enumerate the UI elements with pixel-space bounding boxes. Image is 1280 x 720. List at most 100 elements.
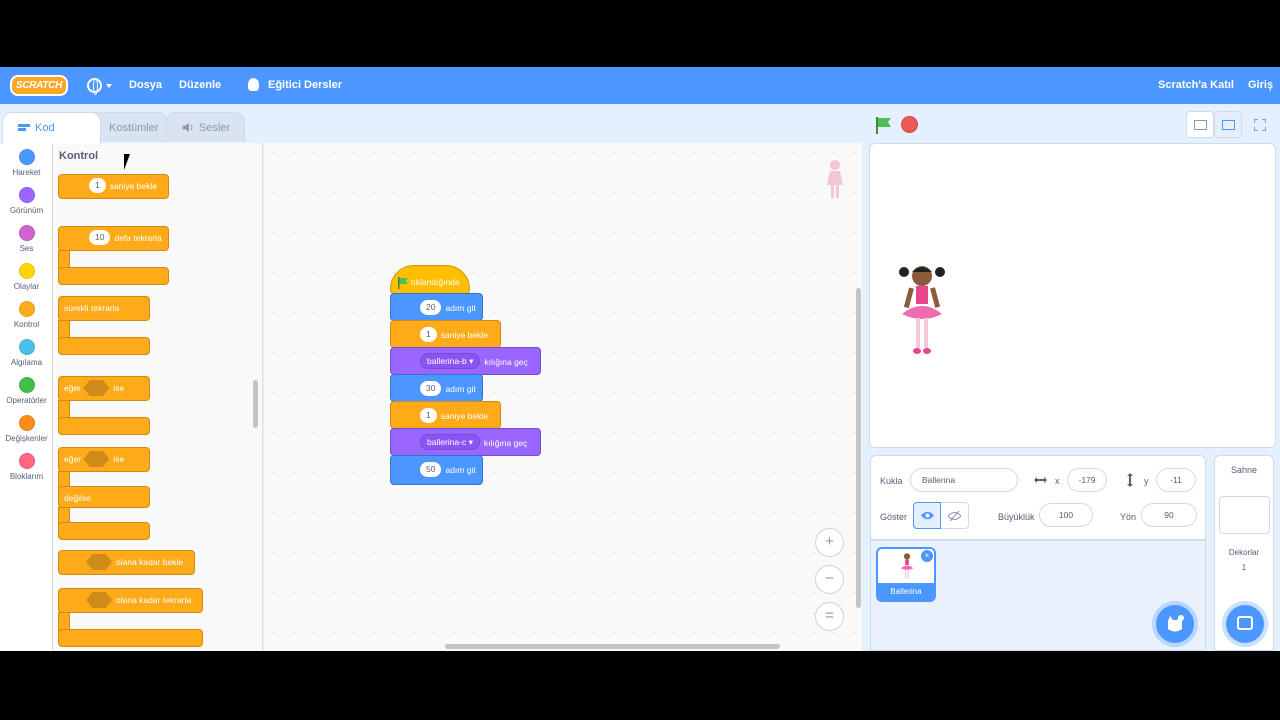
palette-scrollbar[interactable] <box>253 380 258 428</box>
block-repeat[interactable]: 10 defa tekrarla <box>58 226 169 251</box>
stage-backdrop-thumbnail[interactable] <box>1219 496 1270 534</box>
condition-slot[interactable] <box>86 592 112 608</box>
category-dot-icon <box>18 225 35 241</box>
category-label: Kontrol <box>13 320 40 329</box>
zoom-in-icon: + <box>825 533 834 550</box>
sprite-thumbnail[interactable]: × Ballerina <box>876 547 936 602</box>
block-label: kılığına geç <box>483 438 528 448</box>
category-label: Bloklarım <box>9 472 44 481</box>
green-flag-button[interactable] <box>875 117 892 134</box>
horizontal-arrows-icon <box>1034 477 1047 483</box>
category-sound[interactable]: Ses <box>0 225 53 253</box>
condition-slot[interactable] <box>83 451 110 467</box>
block-input[interactable]: 50 <box>420 462 442 477</box>
costume-dropdown[interactable]: ballerina-b ▾ <box>420 353 481 369</box>
category-dot-icon <box>18 415 35 431</box>
category-motion[interactable]: Hareket <box>0 149 53 177</box>
menu-bar: SCRATCH Dosya Düzenle Eğitici Dersler Sc… <box>0 67 1280 104</box>
speaker-icon <box>182 123 193 132</box>
category-control[interactable]: Kontrol <box>0 301 53 329</box>
condition-slot[interactable] <box>83 380 110 396</box>
block-wait[interactable]: 1 saniye bekle <box>390 401 501 429</box>
eye-slash-icon <box>948 510 961 522</box>
stage-canvas[interactable] <box>869 143 1276 448</box>
block-input[interactable]: 1 <box>89 178 106 193</box>
category-operators[interactable]: Operatörler <box>0 377 53 405</box>
tab-code[interactable]: Kod <box>2 112 101 144</box>
category-label: Değişkenler <box>5 434 48 443</box>
category-label: Hareket <box>12 168 41 177</box>
tab-sounds[interactable]: Sesler <box>166 112 245 142</box>
category-label: Algılama <box>10 358 43 367</box>
block-input[interactable]: 10 <box>89 230 111 245</box>
category-myblocks[interactable]: Bloklarım <box>0 453 53 481</box>
join-scratch-link[interactable]: Scratch'a Katıl <box>1158 67 1234 104</box>
block-c-bottom <box>58 267 169 285</box>
block-wait[interactable]: 1 saniye bekle <box>390 320 501 348</box>
block-forever[interactable]: sürekli tekrarla <box>58 296 150 321</box>
fullscreen-icon <box>1254 119 1266 131</box>
sign-in-link[interactable]: Giriş <box>1248 67 1273 104</box>
block-label: saniye bekle <box>440 411 488 421</box>
block-label: olana kadar bekle <box>116 557 184 567</box>
x-field[interactable]: -179 <box>1067 468 1107 492</box>
fullscreen-button[interactable] <box>1246 111 1274 138</box>
backdrop-add-icon <box>1237 616 1253 630</box>
eye-icon <box>921 511 934 520</box>
file-menu[interactable]: Dosya <box>129 67 162 104</box>
workspace-horizontal-scrollbar[interactable] <box>445 644 780 649</box>
block-wait[interactable]: 1 saniye bekle <box>58 174 169 199</box>
category-dot-icon <box>18 149 35 165</box>
block-switch-costume[interactable]: ballerina-b ▾ kılığına geç <box>390 347 541 375</box>
condition-slot[interactable] <box>86 554 112 570</box>
block-input[interactable]: 20 <box>420 300 442 315</box>
block-input[interactable]: 30 <box>420 381 442 396</box>
block-switch-costume[interactable]: ballerina-c ▾ kılığına geç <box>390 428 541 456</box>
block-move[interactable]: 30 adım git <box>390 374 483 402</box>
normal-stage-button[interactable] <box>1214 111 1242 138</box>
ballerina-sprite-icon[interactable] <box>894 262 950 358</box>
direction-field[interactable]: 90 <box>1141 503 1197 527</box>
block-repeat-until[interactable]: olana kadar tekrarla <box>58 588 203 613</box>
sprite-watermark-icon <box>827 160 843 198</box>
workspace-vertical-scrollbar[interactable] <box>856 288 861 608</box>
code-workspace[interactable]: tıklandığında 20 adım git 1 saniye bekle b… <box>264 143 862 651</box>
block-input[interactable]: 1 <box>420 408 437 423</box>
block-when-flag-clicked[interactable]: tıklandığında <box>390 265 470 294</box>
sprite-name-field[interactable]: Ballerina <box>910 468 1018 492</box>
size-field[interactable]: 100 <box>1039 503 1093 527</box>
choose-backdrop-button[interactable] <box>1226 605 1264 643</box>
language-globe-icon[interactable] <box>87 78 102 95</box>
block-move[interactable]: 50 adım git <box>390 455 483 485</box>
category-events[interactable]: Olaylar <box>0 263 53 291</box>
block-label: ise <box>113 454 125 464</box>
scratch-logo[interactable]: SCRATCH <box>10 75 68 96</box>
block-if[interactable]: eğer ise <box>58 376 150 401</box>
y-field[interactable]: -11 <box>1156 468 1196 492</box>
category-looks[interactable]: Görünüm <box>0 187 53 215</box>
block-wait-until[interactable]: olana kadar bekle <box>58 550 195 575</box>
tab-sounds-label: Sesler <box>199 122 231 134</box>
tutorials-menu[interactable]: Eğitici Dersler <box>268 67 342 104</box>
zoom-reset-button[interactable]: = <box>815 602 844 631</box>
small-stage-button[interactable] <box>1186 111 1214 138</box>
show-hidden-button[interactable] <box>941 502 969 529</box>
costume-dropdown[interactable]: ballerina-c ▾ <box>420 434 480 450</box>
stop-button[interactable] <box>901 116 918 133</box>
delete-sprite-icon[interactable]: × <box>921 550 933 562</box>
show-visible-button[interactable] <box>913 502 941 529</box>
category-variables[interactable]: Değişkenler <box>0 415 53 443</box>
block-label: tıklandığında <box>411 277 460 287</box>
choose-sprite-button[interactable] <box>1156 605 1194 643</box>
zoom-out-button[interactable]: − <box>815 565 844 594</box>
edit-menu[interactable]: Düzenle <box>179 67 221 104</box>
green-flag-icon <box>398 277 408 289</box>
block-if-else[interactable]: eğer ise <box>58 447 150 472</box>
mouse-cursor-icon <box>124 154 136 170</box>
direction-label: Yön <box>1120 512 1137 522</box>
zoom-in-button[interactable]: + <box>815 528 844 557</box>
category-dot-icon <box>18 453 35 469</box>
category-sensing[interactable]: Algılama <box>0 339 53 367</box>
block-input[interactable]: 1 <box>420 327 437 342</box>
block-move[interactable]: 20 adım git <box>390 293 483 321</box>
